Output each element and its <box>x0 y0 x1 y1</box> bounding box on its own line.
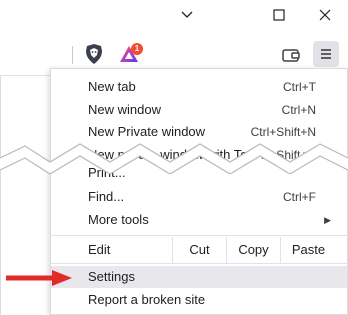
menu-item-label: New Private window <box>88 124 206 139</box>
main-menu-button[interactable] <box>313 41 339 67</box>
menu-item-find[interactable]: Find... Ctrl+F <box>51 186 347 208</box>
menu-item-report-broken-site[interactable]: Report a broken site <box>51 289 347 311</box>
menu-item-shortcut: Ctrl+Shift+N <box>250 125 316 139</box>
square-icon <box>273 9 285 21</box>
menu-item-new-tab[interactable]: New tab Ctrl+T <box>51 76 347 98</box>
menu-item-label: Settings <box>88 269 135 284</box>
menu-item-label: Report a broken site <box>88 292 206 307</box>
menu-item-new-private-window[interactable]: New Private window Ctrl+Shift+N <box>51 121 347 143</box>
menu-divider <box>51 263 347 264</box>
close-icon <box>319 9 331 21</box>
menu-item-new-window[interactable]: New window Ctrl+N <box>51 99 347 121</box>
red-arrow-icon <box>6 270 72 286</box>
chevron-down-icon <box>181 11 193 18</box>
menu-item-settings[interactable]: Settings <box>51 266 347 288</box>
maximize-button[interactable] <box>256 0 302 30</box>
menu-item-label: New window <box>88 102 161 117</box>
close-window-button[interactable] <box>302 0 348 30</box>
menu-item-print[interactable]: Print... <box>51 162 347 184</box>
menu-item-shortcut: Ctrl+T <box>283 80 316 94</box>
menu-item-label: Find... <box>88 189 125 204</box>
brave-shield-icon[interactable] <box>84 43 104 65</box>
address-bar-edge[interactable] <box>0 39 2 69</box>
menu-item-shortcut: Ctrl+N <box>281 103 316 117</box>
menu-item-label: Print... <box>88 165 126 180</box>
chevron-right-icon: ▶ <box>324 215 331 225</box>
menu-item-label: New tab <box>88 79 136 94</box>
cut-button[interactable]: Cut <box>172 237 226 263</box>
hamburger-menu-icon <box>321 49 331 59</box>
title-bar <box>0 0 348 32</box>
toolbar-divider <box>72 46 73 64</box>
copy-button[interactable]: Copy <box>226 237 280 263</box>
wallet-icon[interactable] <box>280 45 302 65</box>
rewards-badge: 1 <box>131 43 143 55</box>
menu-item-more-tools[interactable]: More tools ▶ <box>51 209 347 231</box>
menu-item-label: More tools <box>88 212 149 227</box>
edit-label: Edit <box>88 242 111 257</box>
main-menu: New tab Ctrl+T New window Ctrl+N New Pri… <box>50 68 348 315</box>
menu-item-shortcut: Ctrl+F <box>283 190 316 204</box>
minimize-button[interactable] <box>164 0 210 30</box>
paste-button[interactable]: Paste <box>280 237 336 263</box>
edit-row: Edit Cut Copy Paste <box>51 237 347 263</box>
menu-divider <box>51 235 347 236</box>
